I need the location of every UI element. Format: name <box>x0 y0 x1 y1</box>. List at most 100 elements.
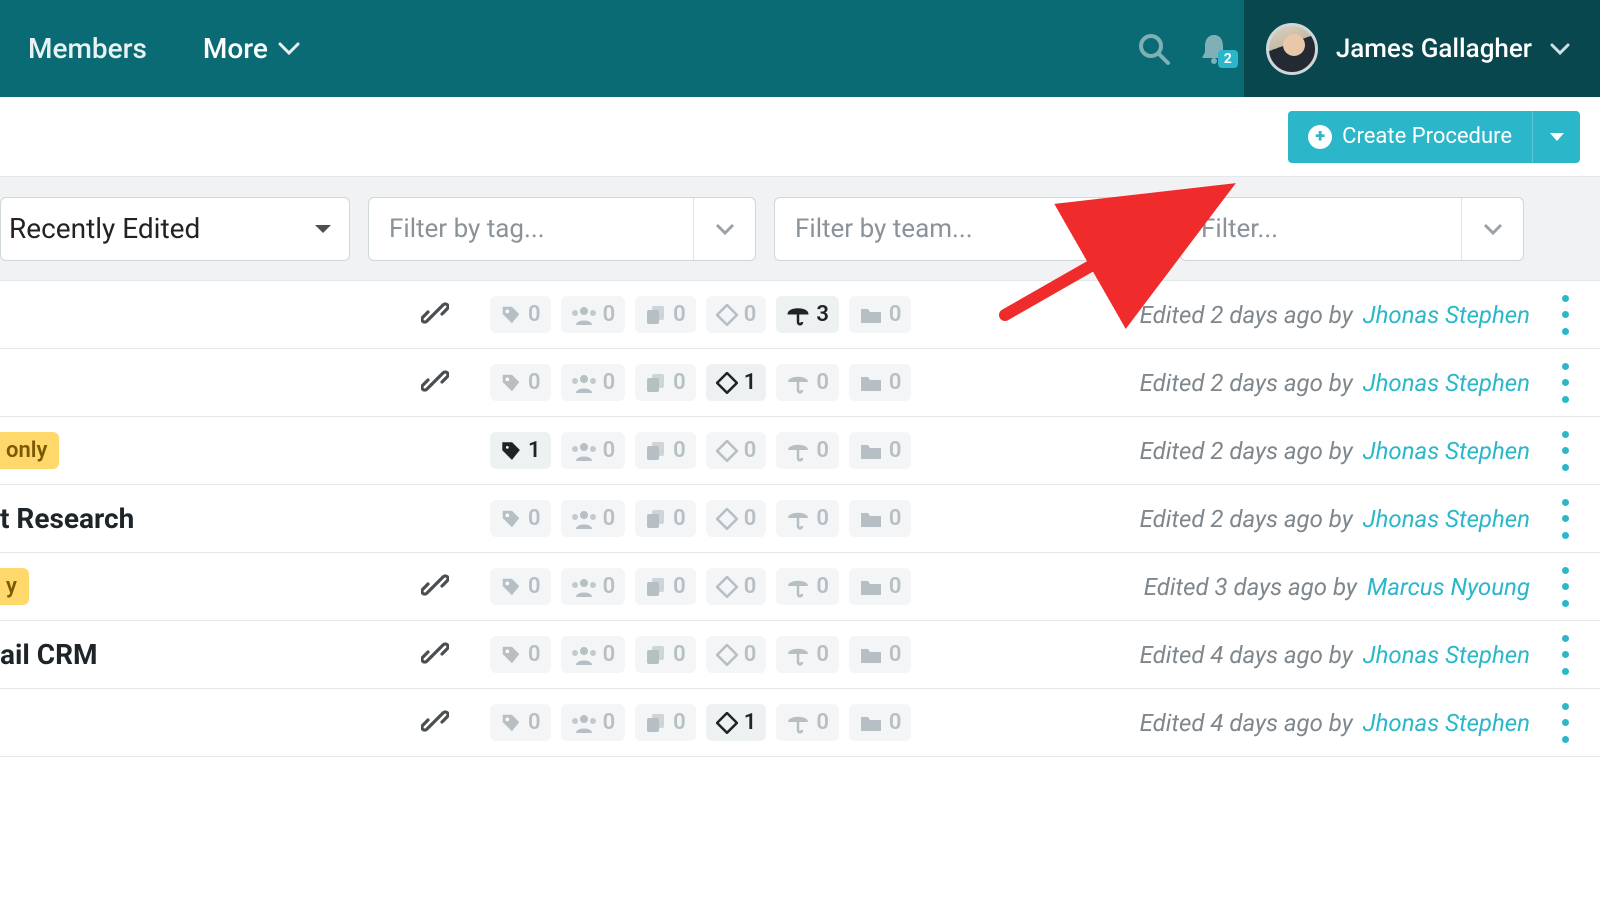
people-icon <box>571 373 597 393</box>
row-actions-menu[interactable] <box>1552 431 1578 471</box>
editor-link[interactable]: Jhonas Stephen <box>1363 505 1530 533</box>
row-actions-menu[interactable] <box>1552 499 1578 539</box>
stat-people[interactable]: 0 <box>561 296 626 333</box>
stat-copies[interactable]: 0 <box>635 296 696 333</box>
table-row[interactable]: 000100Edited 2 days ago by Jhonas Stephe… <box>0 349 1600 417</box>
stat-umbrella[interactable]: 0 <box>776 500 839 537</box>
stat-diamond[interactable]: 1 <box>706 704 767 741</box>
editor-link[interactable]: Jhonas Stephen <box>1363 301 1530 329</box>
row-actions-menu[interactable] <box>1552 635 1578 675</box>
stat-tag[interactable]: 0 <box>490 296 551 333</box>
stat-tag[interactable]: 0 <box>490 704 551 741</box>
stat-people[interactable]: 0 <box>561 500 626 537</box>
stat-umbrella[interactable]: 0 <box>776 636 839 673</box>
edited-prefix: Edited 4 days ago by <box>1140 709 1353 737</box>
create-procedure-main[interactable]: + Create Procedure <box>1288 111 1532 163</box>
stat-people[interactable]: 0 <box>561 364 626 401</box>
editor-link[interactable]: Jhonas Stephen <box>1363 369 1530 397</box>
nav-more[interactable]: More <box>175 32 328 65</box>
stat-people-count: 0 <box>603 506 616 531</box>
row-actions-menu[interactable] <box>1552 295 1578 335</box>
row-link-indicator[interactable] <box>400 639 470 671</box>
notifications-button[interactable]: 2 <box>1184 32 1244 66</box>
row-link-indicator[interactable] <box>400 707 470 739</box>
editor-link[interactable]: Jhonas Stephen <box>1363 709 1530 737</box>
row-link-indicator[interactable] <box>400 299 470 331</box>
stat-people[interactable]: 0 <box>561 636 626 673</box>
sort-select[interactable]: Recently Edited <box>0 197 350 261</box>
stat-folder-count: 0 <box>889 642 902 667</box>
table-row[interactable]: t Research000000Edited 2 days ago by Jho… <box>0 485 1600 553</box>
search-button[interactable] <box>1124 32 1184 66</box>
stat-umbrella[interactable]: 0 <box>776 432 839 469</box>
stat-tag[interactable]: 0 <box>490 500 551 537</box>
row-title-area: y <box>0 568 400 605</box>
stat-tag[interactable]: 0 <box>490 364 551 401</box>
stat-folder[interactable]: 0 <box>849 364 912 401</box>
stat-copies[interactable]: 0 <box>635 636 696 673</box>
stat-diamond[interactable]: 0 <box>706 568 767 605</box>
stat-diamond[interactable]: 0 <box>706 432 767 469</box>
tag-icon <box>500 440 522 462</box>
stat-copies[interactable]: 0 <box>635 432 696 469</box>
people-icon <box>571 509 597 529</box>
row-link-indicator[interactable] <box>400 367 470 399</box>
filter-extra-combo[interactable]: Filter... <box>1180 197 1524 261</box>
user-menu[interactable]: James Gallagher <box>1244 0 1600 97</box>
stat-folder[interactable]: 0 <box>849 568 912 605</box>
stat-copies[interactable]: 0 <box>635 568 696 605</box>
stat-copies[interactable]: 0 <box>635 364 696 401</box>
plus-circle-icon: + <box>1308 125 1332 149</box>
stat-folder[interactable]: 0 <box>849 296 912 333</box>
editor-link[interactable]: Jhonas Stephen <box>1363 641 1530 669</box>
row-actions-menu[interactable] <box>1552 363 1578 403</box>
stat-diamond-count: 0 <box>744 574 757 599</box>
stat-copies-count: 0 <box>673 438 686 463</box>
table-row[interactable]: 000100Edited 4 days ago by Jhonas Stephe… <box>0 689 1600 757</box>
stat-umbrella[interactable]: 0 <box>776 704 839 741</box>
stat-folder[interactable]: 0 <box>849 432 912 469</box>
table-row[interactable]: 000030Edited 2 days ago by Jhonas Stephe… <box>0 281 1600 349</box>
stat-diamond[interactable]: 0 <box>706 636 767 673</box>
stat-diamond[interactable]: 1 <box>706 364 767 401</box>
stat-folder[interactable]: 0 <box>849 500 912 537</box>
filter-tag-combo[interactable]: Filter by tag... <box>368 197 756 261</box>
stat-umbrella[interactable]: 0 <box>776 568 839 605</box>
stat-people[interactable]: 0 <box>561 568 626 605</box>
stat-copies[interactable]: 0 <box>635 500 696 537</box>
stat-copies-count: 0 <box>673 574 686 599</box>
create-procedure-dropdown[interactable] <box>1532 111 1580 163</box>
stat-diamond[interactable]: 0 <box>706 296 767 333</box>
stat-umbrella[interactable]: 3 <box>776 296 839 333</box>
stat-diamond-count: 0 <box>744 438 757 463</box>
filter-tag-caret[interactable] <box>693 198 755 260</box>
stat-tag[interactable]: 1 <box>490 432 551 469</box>
filter-extra-caret[interactable] <box>1461 198 1523 260</box>
stat-folder[interactable]: 0 <box>849 636 912 673</box>
row-stats: 100000 <box>490 432 911 469</box>
filter-team-caret[interactable] <box>1099 198 1161 260</box>
stat-tag[interactable]: 0 <box>490 636 551 673</box>
stat-folder-count: 0 <box>889 370 902 395</box>
table-row[interactable]: only100000Edited 2 days ago by Jhonas St… <box>0 417 1600 485</box>
table-row[interactable]: y000000Edited 3 days ago by Marcus Nyoun… <box>0 553 1600 621</box>
row-edited-meta: Edited 2 days ago by Jhonas Stephen <box>1140 505 1600 533</box>
stat-tag[interactable]: 0 <box>490 568 551 605</box>
filter-team-combo[interactable]: Filter by team... <box>774 197 1162 261</box>
row-actions-menu[interactable] <box>1552 703 1578 743</box>
editor-link[interactable]: Jhonas Stephen <box>1363 437 1530 465</box>
row-stats: 000100 <box>490 364 911 401</box>
table-row[interactable]: ail CRM000000Edited 4 days ago by Jhonas… <box>0 621 1600 689</box>
create-procedure-label: Create Procedure <box>1342 124 1512 149</box>
stat-people[interactable]: 0 <box>561 704 626 741</box>
create-procedure-button[interactable]: + Create Procedure <box>1288 111 1580 163</box>
stat-umbrella[interactable]: 0 <box>776 364 839 401</box>
stat-people[interactable]: 0 <box>561 432 626 469</box>
stat-copies[interactable]: 0 <box>635 704 696 741</box>
editor-link[interactable]: Marcus Nyoung <box>1367 573 1530 601</box>
row-actions-menu[interactable] <box>1552 567 1578 607</box>
nav-members[interactable]: Members <box>0 32 175 65</box>
stat-diamond[interactable]: 0 <box>706 500 767 537</box>
row-link-indicator[interactable] <box>400 571 470 603</box>
stat-folder[interactable]: 0 <box>849 704 912 741</box>
